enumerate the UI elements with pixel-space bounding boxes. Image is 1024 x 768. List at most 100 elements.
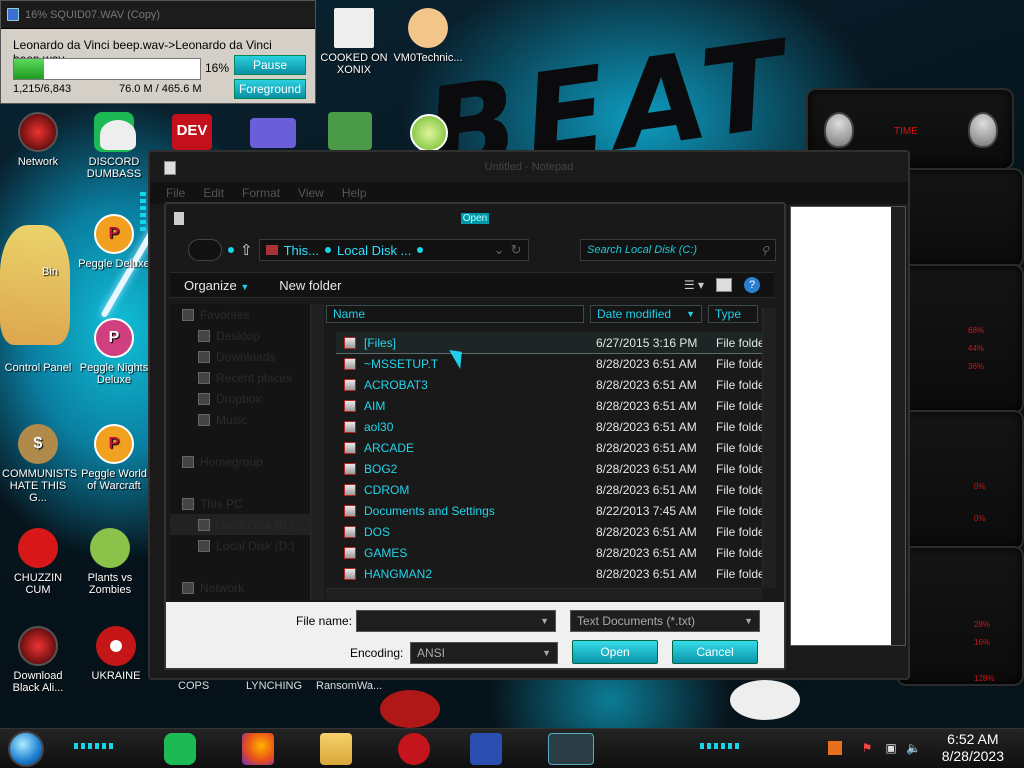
breadcrumb-this-pc[interactable]: This... (284, 243, 319, 258)
desktop-icon-label[interactable]: COPS (178, 680, 209, 692)
desktop-icon-technician[interactable]: VM0Technic... (392, 8, 464, 64)
desktop-icon-xonix[interactable]: COOKED ON XONIX (318, 8, 390, 76)
nav-item[interactable] (170, 430, 320, 451)
taskbar-save-icon[interactable] (470, 733, 502, 765)
nav-item[interactable]: Desktop (170, 325, 320, 346)
preview-pane-icon[interactable] (716, 278, 732, 292)
start-button[interactable] (8, 731, 44, 767)
nav-item[interactable]: Local Disk (D:) (170, 535, 320, 556)
nav-item[interactable]: Local Disk (C:) (170, 514, 320, 535)
view-options-icon[interactable]: ☰ ▾ (684, 278, 704, 292)
tray-flag-icon[interactable]: ⚑ (860, 741, 874, 755)
navigation-pane[interactable]: Favorites Desktop Downloads Recent places Dr… (170, 304, 320, 600)
taskbar-explorer-icon[interactable] (320, 733, 352, 765)
file-name-input[interactable]: ▼ (356, 610, 556, 632)
nav-item[interactable] (170, 472, 320, 493)
chevron-down-icon[interactable]: ▼ (540, 616, 549, 626)
notepad-titlebar[interactable]: Untitled - Notepad (150, 152, 908, 182)
nav-item[interactable]: Music (170, 409, 320, 430)
file-row[interactable]: GAMES 8/28/2023 6:51 AM File folder (336, 542, 766, 563)
tray-network-icon[interactable]: ▣ (884, 741, 898, 755)
organize-button[interactable]: Organize ▼ (184, 278, 249, 293)
nav-item[interactable]: Homegroup (170, 451, 320, 472)
window-accent (140, 192, 146, 232)
search-input[interactable]: Search Local Disk (C:) ⚲ (580, 239, 776, 261)
nav-scrollbar[interactable] (310, 304, 324, 600)
tray-volume-icon[interactable]: 🔈 (906, 741, 921, 755)
tray-flash-icon[interactable] (828, 741, 842, 755)
file-row[interactable]: Documents and Settings 8/22/2013 7:45 AM F… (336, 500, 766, 521)
nav-item[interactable]: Favorites (170, 304, 320, 325)
cancel-button[interactable]: Cancel (672, 640, 758, 664)
new-folder-button[interactable]: New folder (279, 278, 341, 293)
person-icon[interactable] (100, 120, 136, 150)
nav-item[interactable] (170, 556, 320, 577)
notepad-scrollbar[interactable] (891, 207, 905, 645)
foreground-button[interactable]: Foreground (234, 79, 306, 99)
desktop-icon-network[interactable]: Network (2, 112, 74, 168)
file-row[interactable]: AIM 8/28/2023 6:51 AM File folder (336, 395, 766, 416)
desktop-icon-black-alien[interactable]: Download Black Ali... (2, 626, 74, 694)
refresh-icon[interactable]: ↻ (511, 242, 522, 258)
file-row[interactable]: BOG2 8/28/2023 6:51 AM File folder (336, 458, 766, 479)
dev-icon[interactable]: DEV (172, 114, 212, 150)
breadcrumb[interactable]: This... Local Disk ... ⌄ ↻ (258, 239, 529, 261)
open-dialog-titlebar[interactable]: Open (166, 204, 784, 232)
menu-view[interactable]: View (298, 186, 324, 200)
desktop-icon-chuzzle[interactable]: CHUZZIN CUM (2, 528, 74, 596)
taskbar-chuzzle-icon[interactable] (398, 733, 430, 765)
column-date-modified[interactable]: Date modified ▼ (590, 305, 702, 323)
desktop-icon-ukraine[interactable]: UKRAINE (80, 626, 152, 682)
gadget-readout: 16% (974, 638, 991, 647)
file-row[interactable]: ACROBAT3 8/28/2023 6:51 AM File folder (336, 374, 766, 395)
taskbar-discord-icon[interactable] (164, 733, 196, 765)
menu-edit[interactable]: Edit (203, 186, 224, 200)
card-icon[interactable] (250, 118, 296, 148)
file-row[interactable]: CDROM 8/28/2023 6:51 AM File folder (336, 479, 766, 500)
help-icon[interactable]: ? (744, 277, 760, 293)
desktop-icon-communists[interactable]: $ COMMUNISTS HATE THIS G... (2, 424, 77, 504)
taskbar-clock[interactable]: 6:52 AM 8/28/2023 (942, 731, 1004, 765)
desktop-icon-label[interactable]: RansomWa... (316, 680, 382, 692)
desktop-icon-peggle-wow[interactable]: P Peggle World of Warcraft (78, 424, 150, 492)
lime-icon[interactable] (410, 114, 448, 152)
desktop-icon-peggle-nights[interactable]: P Peggle Nights Deluxe (78, 318, 150, 386)
file-type-select[interactable]: Text Documents (*.txt) ▼ (570, 610, 760, 632)
file-row[interactable]: [Files] 6/27/2015 3:16 PM File folder (336, 332, 766, 354)
nav-item[interactable]: Network (170, 577, 320, 598)
chevron-down-icon: ▼ (240, 281, 250, 292)
nav-item[interactable]: This PC (170, 493, 320, 514)
file-row[interactable]: HANGMAN2 8/28/2023 6:51 AM File folder (336, 563, 766, 582)
notepad-text-area[interactable] (790, 206, 906, 646)
breadcrumb-local-disk[interactable]: Local Disk ... (337, 243, 411, 258)
file-row[interactable]: ~MSSETUP.T 8/28/2023 6:51 AM File folder (336, 353, 766, 374)
file-list-hscrollbar[interactable] (326, 588, 762, 600)
up-arrow-icon[interactable]: ⇧ (240, 241, 253, 259)
back-forward-button[interactable] (188, 239, 222, 261)
column-type[interactable]: Type (708, 305, 758, 323)
chevron-down-icon[interactable]: ⌄ (494, 242, 505, 258)
column-name[interactable]: Name (326, 305, 584, 323)
nav-item[interactable]: Recent places (170, 367, 320, 388)
desktop-icon-label[interactable]: LYNCHING (246, 680, 302, 692)
nav-item[interactable]: Downloads (170, 346, 320, 367)
file-list-scrollbar[interactable] (762, 308, 776, 588)
menu-help[interactable]: Help (342, 186, 367, 200)
taskbar-notepad-icon[interactable] (548, 733, 594, 765)
taskbar-firefox-icon[interactable] (242, 733, 274, 765)
desktop-icon-control-panel[interactable]: Control Panel (2, 318, 74, 374)
recent-locations-icon[interactable] (228, 247, 234, 253)
menu-file[interactable]: File (166, 186, 185, 200)
menu-format[interactable]: Format (242, 186, 280, 200)
encoding-select[interactable]: ANSI ▼ (410, 642, 558, 664)
santa-icon[interactable] (328, 112, 372, 150)
file-row[interactable]: DOS 8/28/2023 6:51 AM File folder (336, 521, 766, 542)
desktop-icon-pvz[interactable]: Plants vs Zombies (74, 528, 146, 596)
file-row[interactable]: aol30 8/28/2023 6:51 AM File folder (336, 416, 766, 437)
file-row[interactable]: ARCADE 8/28/2023 6:51 AM File folder (336, 437, 766, 458)
pause-button[interactable]: Pause (234, 55, 306, 75)
desktop-icon-bin[interactable]: Bin (14, 222, 86, 278)
copy-dialog-titlebar[interactable]: 16% SQUID07.WAV (Copy) (1, 1, 315, 29)
nav-item[interactable]: Dropbox (170, 388, 320, 409)
open-button[interactable]: Open (572, 640, 658, 664)
